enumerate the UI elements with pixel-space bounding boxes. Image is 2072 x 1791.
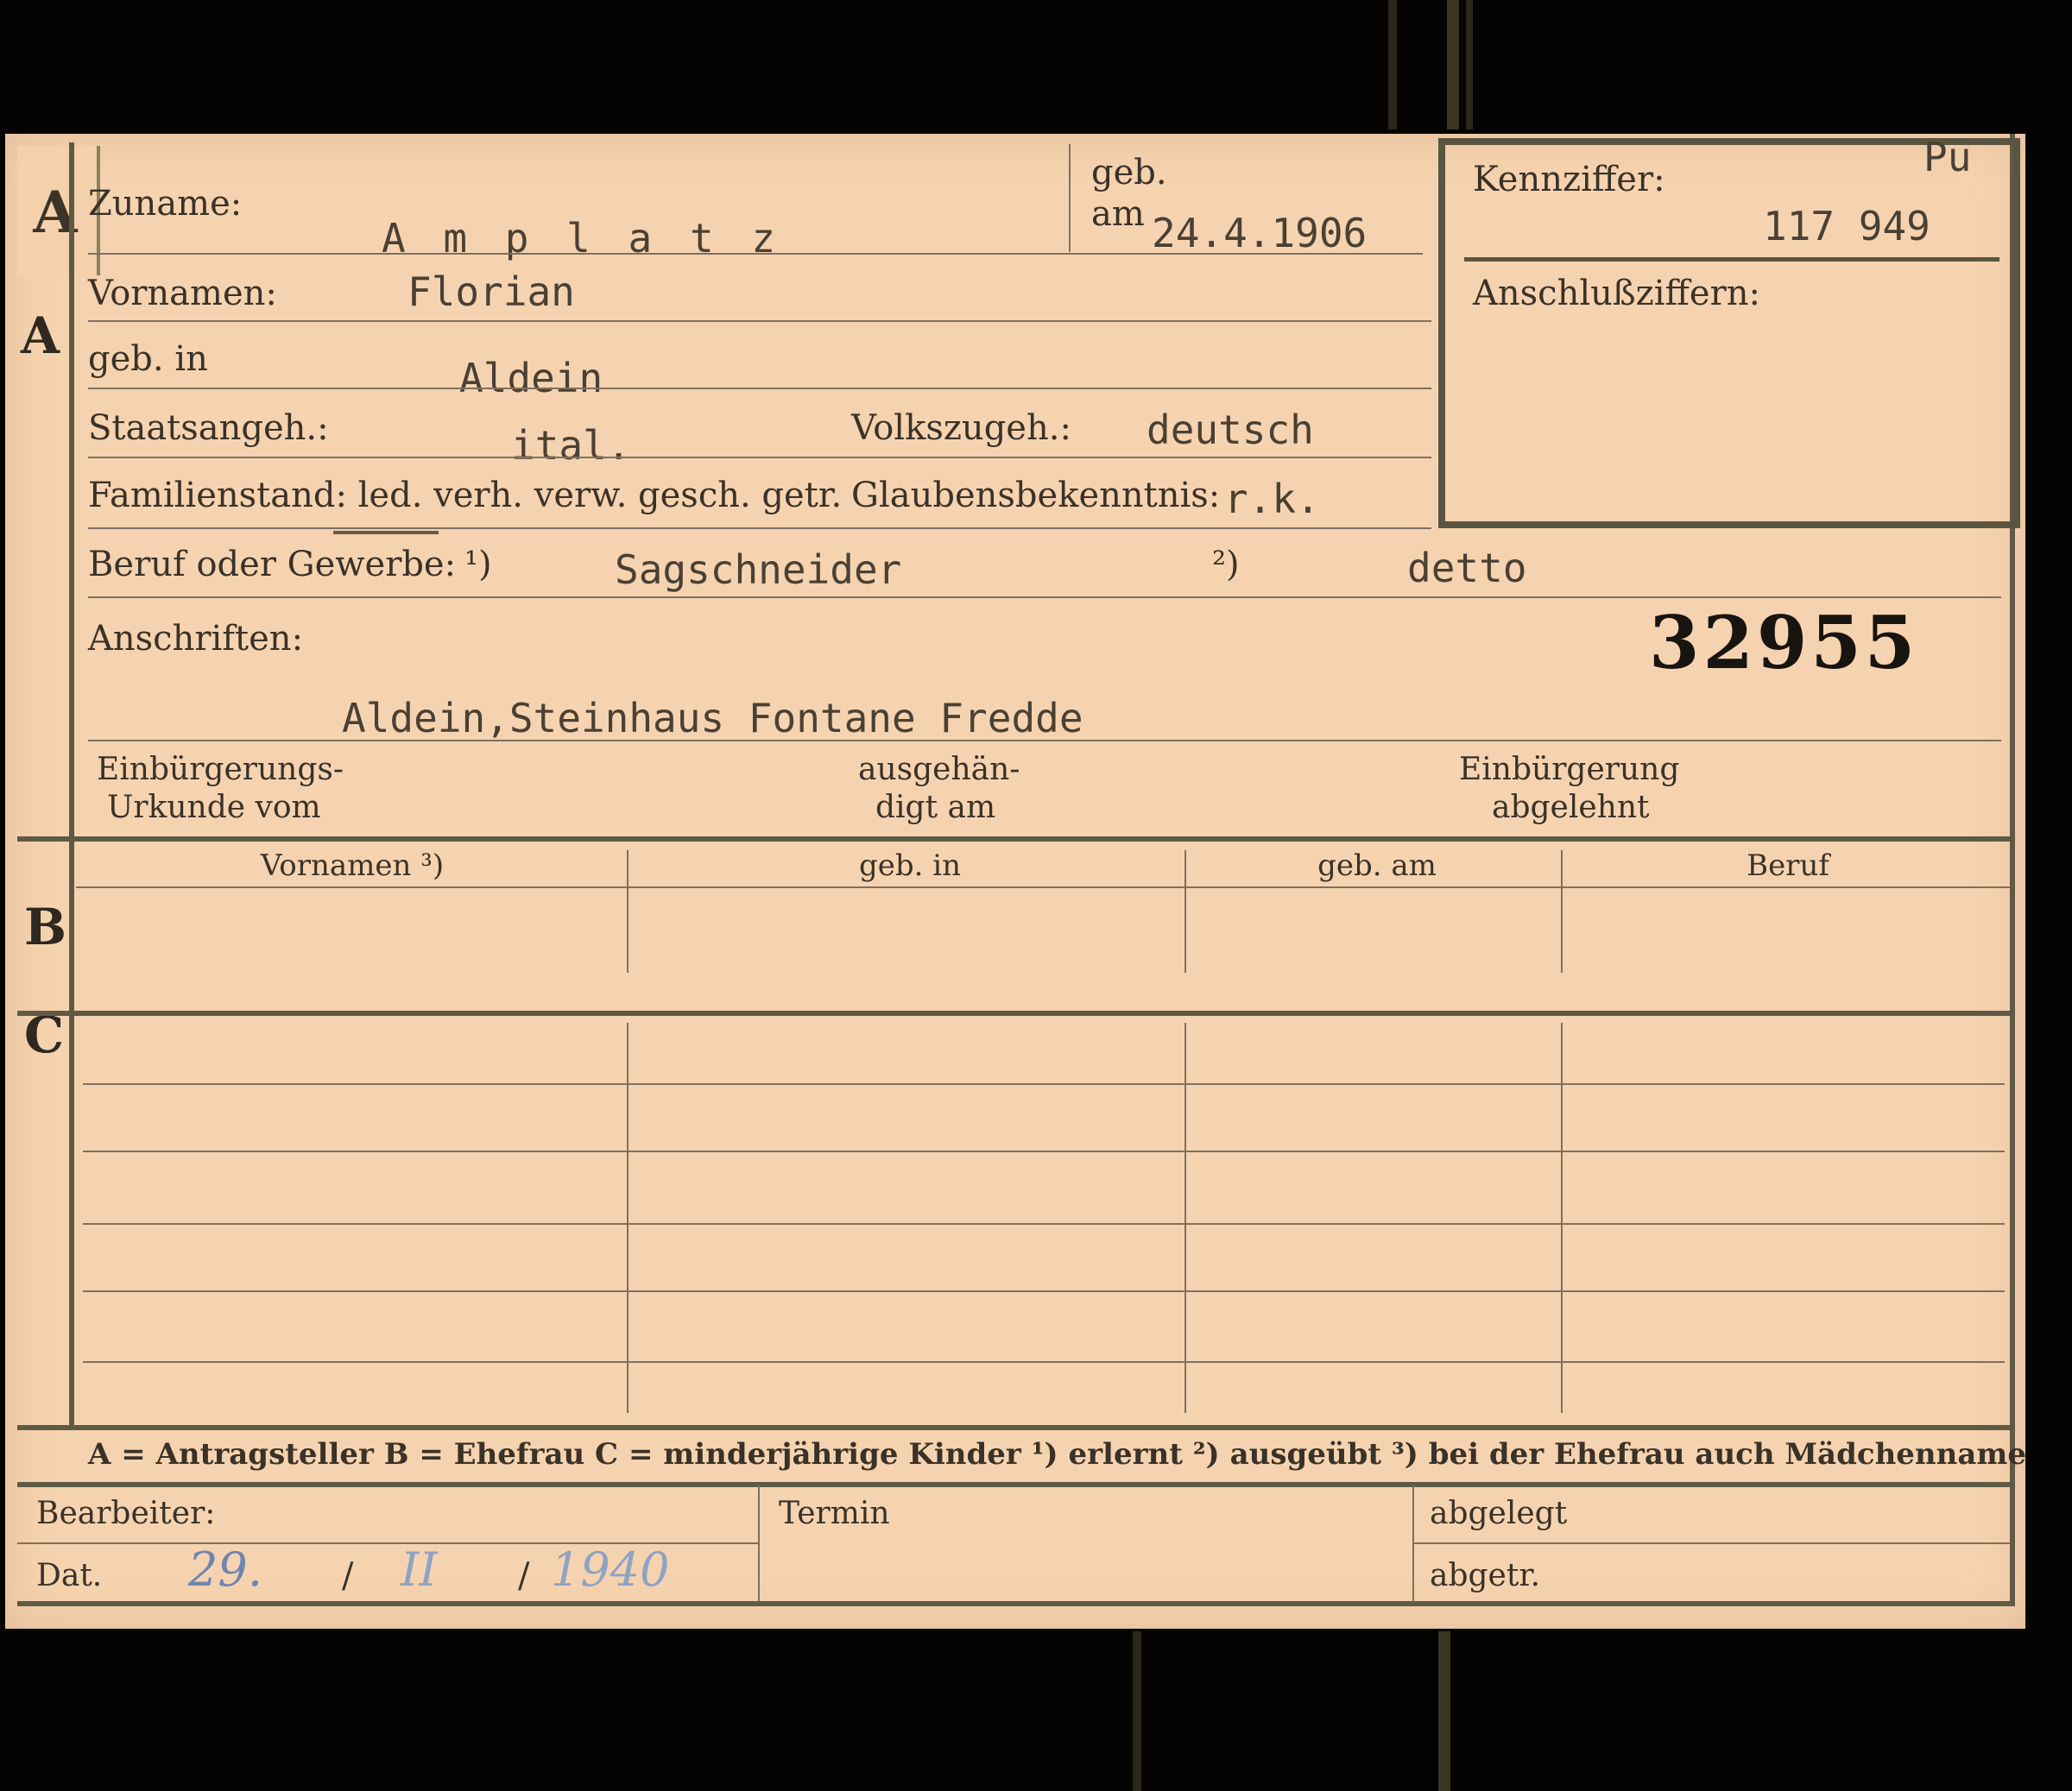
zuname-label: Zuname:: [88, 184, 243, 224]
staatsangeh-label: Staatsangeh.:: [88, 408, 329, 448]
abgelehnt-label-1: Einbürgerung: [1459, 752, 1680, 787]
section-c-top-rule: [17, 1011, 2015, 1016]
bearbeiter-label: Bearbeiter:: [36, 1496, 216, 1531]
binder-mark-bottom-1: [1133, 1631, 1141, 1791]
table-b-col-3: [1561, 850, 1563, 973]
ausgehaendigt-label-1: ausgehän-: [858, 752, 1020, 787]
einbuergerung-label-1: Einbürgerungs-: [97, 752, 344, 787]
record-card: A A B C Zuname: A m p l a t z geb. am 24…: [5, 134, 2026, 1629]
volkszugeh-label: Volkszugeh.:: [851, 408, 1071, 448]
rule-familienstand: [88, 527, 1431, 529]
section-a-letter: A: [21, 306, 60, 365]
abgelegt-label: abgelegt: [1430, 1496, 1568, 1531]
vornamen-label: Vornamen:: [88, 274, 277, 313]
termin-label: Termin: [779, 1496, 890, 1531]
ausgehaendigt-label-2: digt am: [875, 790, 996, 825]
left-margin-rule: [69, 142, 74, 1428]
dat-sep-1: /: [342, 1556, 354, 1596]
beruf-label: Beruf oder Gewerbe:: [88, 545, 457, 584]
geb-label: geb.: [1091, 153, 1167, 192]
table-b-header-beruf: Beruf: [1747, 848, 1829, 883]
rule-anschriften: [88, 740, 2001, 741]
geb-am-value: 24.4.1906: [1152, 210, 1368, 256]
rule-geb-in: [88, 388, 1431, 389]
kennziffer-label: Kennziffer:: [1473, 160, 1665, 199]
geb-in-value: Aldein: [459, 355, 603, 401]
beruf-erlernt-value: Sagschneider: [615, 546, 902, 593]
table-c-row-2: [83, 1151, 2005, 1152]
abgelehnt-label-2: abgelehnt: [1492, 790, 1650, 825]
dat-year: 1940: [551, 1542, 670, 1597]
table-c-row-1: [83, 1083, 2005, 1085]
rule-staatsangeh: [88, 457, 1431, 458]
table-b-col-2: [1184, 850, 1186, 973]
familienstand-selection-mark: [333, 531, 439, 534]
abgetr-label: abgetr.: [1430, 1558, 1541, 1593]
glaubensbekenntnis-label: Glaubensbekenntnis:: [851, 476, 1221, 515]
legend-text: A = Antragsteller B = Ehefrau C = minder…: [88, 1437, 2026, 1472]
table-c-row-5: [83, 1361, 2005, 1363]
anschrift-value: Aldein,Steinhaus Fontane Fredde: [342, 695, 1083, 741]
table-c-row-4: [83, 1290, 2005, 1292]
stamp-number: 32955: [1649, 600, 1919, 685]
familienstand-label: Familienstand: led. verh. verw. gesch. g…: [88, 476, 843, 515]
legend-top-rule: [17, 1425, 2015, 1430]
dat-label: Dat.: [36, 1558, 103, 1593]
bottom-border-rule: [17, 1601, 2015, 1606]
staatsangeh-value: ital.: [511, 422, 631, 469]
binder-mark-bottom-2: [1438, 1631, 1450, 1791]
table-b-header-geb-in: geb. in: [858, 848, 962, 883]
kennziffer-prefix: Pu: [1924, 134, 1972, 180]
section-b-top-rule: [17, 836, 2015, 842]
legend-bottom-rule: [17, 1482, 2015, 1487]
table-b-header-geb-am: geb. am: [1317, 848, 1437, 883]
geb-am-divider: [1069, 144, 1071, 252]
index-tab-letter: A: [33, 179, 78, 246]
vornamen-value: Florian: [407, 268, 575, 315]
footer-abgelegt-rule: [1412, 1542, 2010, 1544]
table-c-row-3: [83, 1223, 2005, 1225]
footer-col-1: [758, 1485, 760, 1601]
beruf-note-2: ²): [1212, 545, 1240, 584]
binder-mark-top-2: [1447, 0, 1459, 129]
rule-zuname: [88, 253, 1423, 255]
table-c-col-1: [627, 1023, 629, 1413]
beruf-note-1: ¹): [464, 545, 492, 584]
volkszugeh-value: deutsch: [1147, 407, 1314, 453]
kennziffer-value: 117 949: [1763, 203, 1930, 249]
anschriften-label: Anschriften:: [88, 619, 304, 659]
dat-month: II: [401, 1542, 438, 1597]
einbuergerung-label-2: Urkunde vom: [107, 790, 321, 825]
am-label: am: [1091, 194, 1145, 234]
rule-vornamen: [88, 320, 1431, 322]
binder-mark-top-3: [1466, 0, 1473, 129]
anschlussziffern-label: Anschlußziffern:: [1473, 274, 1760, 313]
table-b-header-rule: [76, 886, 2010, 888]
dat-sep-2: /: [518, 1556, 530, 1596]
rule-beruf: [88, 596, 2001, 598]
kennziffer-divider: [1464, 257, 1999, 262]
table-b-header-vornamen: Vornamen ³): [260, 848, 445, 883]
dat-day: 29.: [188, 1542, 262, 1597]
section-b-letter: B: [24, 898, 67, 956]
geb-in-label: geb. in: [88, 339, 208, 379]
glaubensbekenntnis-value: r.k.: [1224, 476, 1320, 522]
table-c-col-2: [1184, 1023, 1186, 1413]
binder-mark-top-1: [1388, 0, 1397, 129]
table-b-col-1: [627, 850, 629, 973]
table-c-col-3: [1561, 1023, 1563, 1413]
beruf-ausgeuebt-value: detto: [1407, 545, 1527, 591]
